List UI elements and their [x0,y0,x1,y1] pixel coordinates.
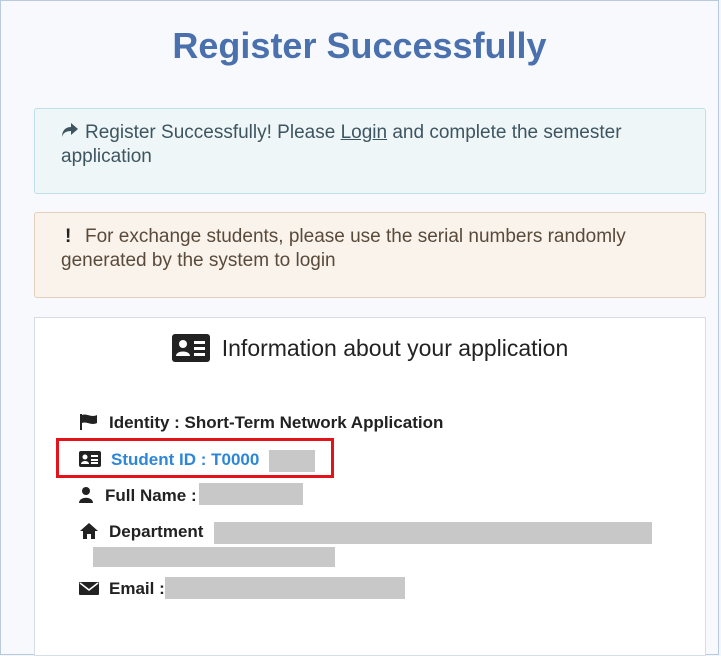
redacted-full-name [199,483,303,505]
share-arrow-icon [61,121,85,145]
full-name-row: Full Name : [77,486,197,506]
department-label: Department [109,522,204,541]
warning-alert: ! For exchange students, please use the s… [34,212,706,298]
user-icon [79,487,93,504]
success-text-before: Register Successfully! Please [85,122,341,143]
success-alert: Register Successfully! Please Login and … [34,108,706,194]
register-panel: Register Successfully Register Successfu… [0,0,719,656]
envelope-icon [79,582,99,596]
info-heading: Information about your application [35,333,705,362]
home-icon [80,523,98,540]
info-heading-text: Information about your application [221,335,569,361]
email-row: Email : [79,579,165,599]
flag-icon [80,414,97,431]
department-row: Department [79,522,203,542]
id-card-icon [171,333,210,362]
student-id-highlight [56,438,334,478]
login-link[interactable]: Login [341,122,388,143]
exclamation-icon: ! [65,226,72,247]
identity-row: Identity : Short-Term Network Applicatio… [79,413,443,433]
redacted-email [165,577,405,599]
warning-text: For exchange students, please use the se… [61,226,626,271]
redacted-department-line2 [93,547,335,567]
full-name-label: Full Name : [105,486,197,505]
redacted-department-line1 [214,522,652,544]
identity-label: Identity : Short-Term Network Applicatio… [109,413,444,432]
email-label: Email : [109,579,165,598]
page-title: Register Successfully [172,25,547,66]
